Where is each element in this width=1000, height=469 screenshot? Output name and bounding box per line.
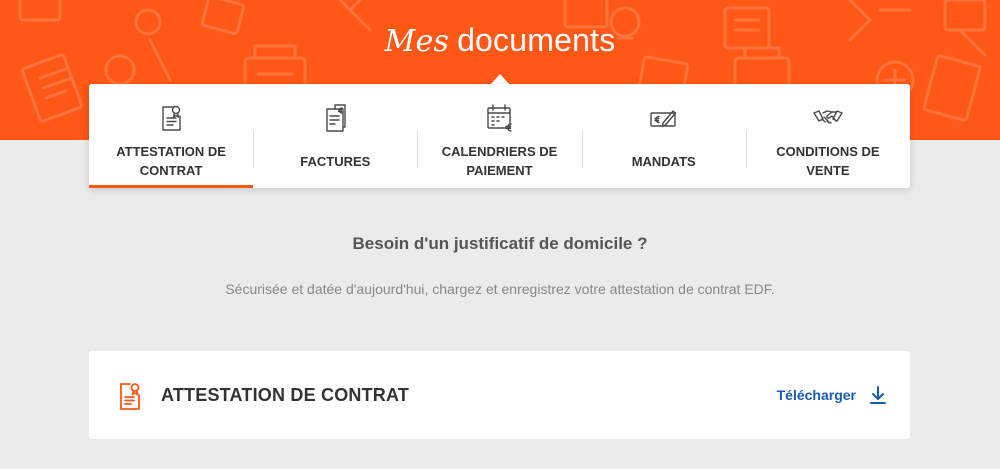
invoice-icon [326, 104, 346, 132]
page-title-script: Mes [384, 24, 450, 59]
tab-mandats[interactable]: MANDATS [581, 84, 746, 188]
tab-calendriers-de-paiement[interactable]: CALENDRIERS DE PAIEMENT [417, 84, 581, 188]
page-title-main: documents [457, 22, 616, 58]
certificate-icon [120, 383, 140, 410]
handshake-icon [813, 110, 843, 124]
section-description: Sécurisée et datée d'aujourd'hui, charge… [225, 281, 775, 297]
document-tabs: ATTESTATION DE CONTRAT FACTURES CALENDRI… [89, 84, 910, 188]
section-heading: Besoin d'un justificatif de domicile ? [352, 234, 648, 253]
download-arrow-icon [870, 386, 886, 404]
download-button[interactable]: Télécharger [777, 385, 888, 405]
tab-attestation-de-contrat[interactable]: ATTESTATION DE CONTRAT [89, 84, 254, 188]
tab-label: ATTESTATION DE CONTRAT [116, 144, 226, 178]
page-title: Mes documents [0, 22, 1000, 59]
tab-conditions-de-vente[interactable]: CONDITIONS DE VENTE [745, 84, 910, 188]
tab-label: MANDATS [631, 154, 696, 169]
check-mandate-icon [650, 110, 676, 127]
tab-factures[interactable]: FACTURES [253, 84, 417, 188]
document-title: ATTESTATION DE CONTRAT [161, 385, 410, 405]
certificate-icon [162, 105, 181, 131]
tab-label: CONDITIONS DE VENTE [776, 144, 880, 178]
tab-label: FACTURES [300, 154, 371, 169]
tab-label: CALENDRIERS DE PAIEMENT [441, 144, 558, 178]
download-label: Télécharger [776, 387, 856, 403]
document-card: ATTESTATION DE CONTRAT Télécharger [89, 351, 910, 439]
calendar-euro-icon [486, 104, 512, 132]
